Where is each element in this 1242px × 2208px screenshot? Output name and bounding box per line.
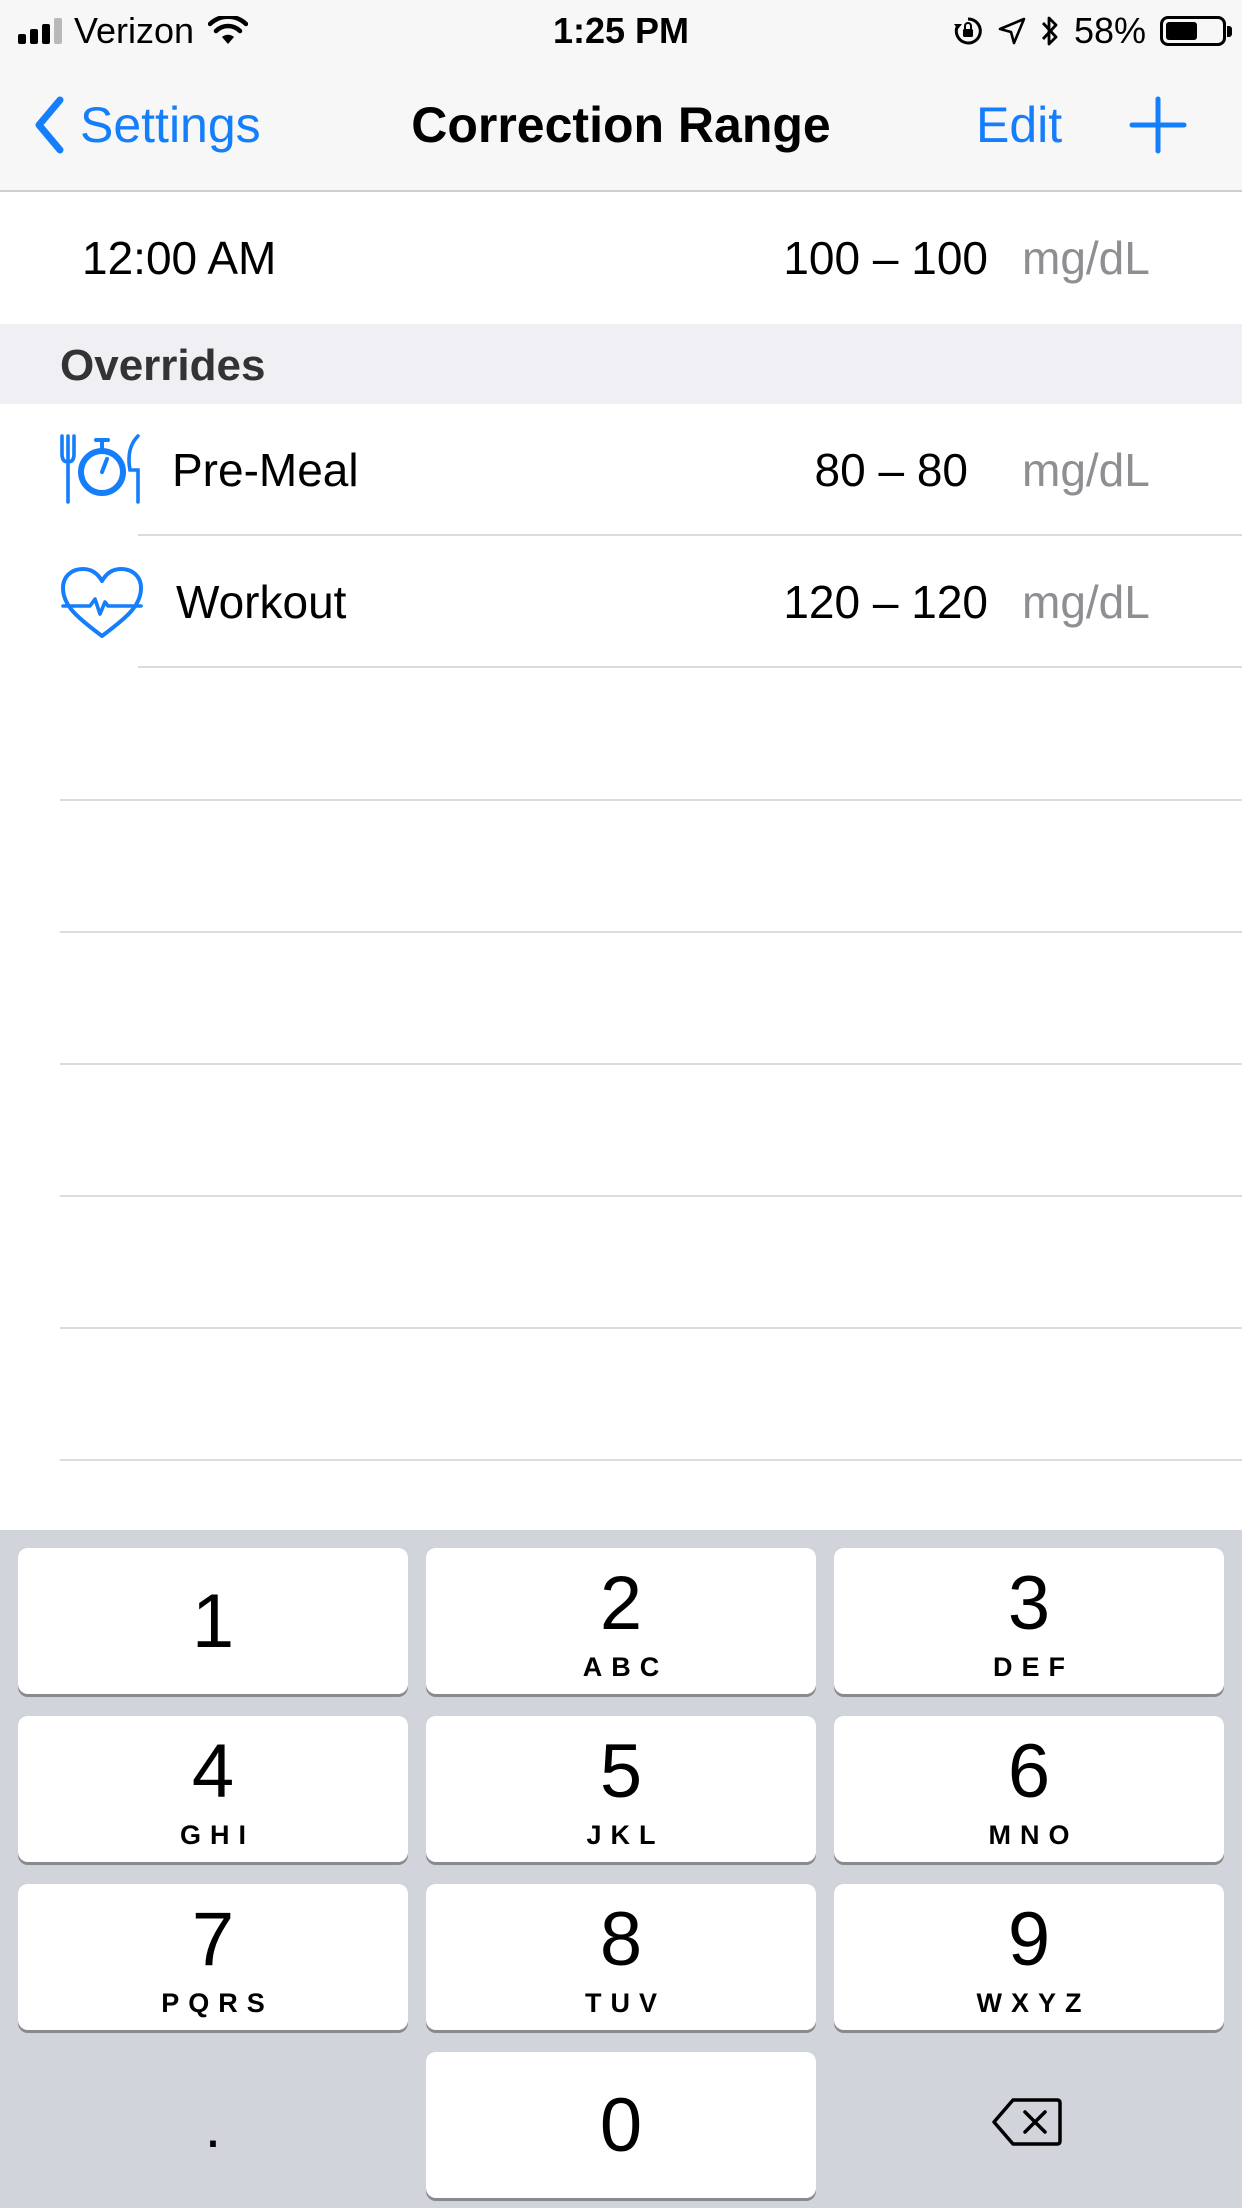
pre-meal-icon (60, 434, 140, 504)
override-unit: mg/dL (1022, 576, 1150, 628)
key-3[interactable]: 3 DEF (834, 1548, 1224, 1694)
key-5[interactable]: 5 JKL (426, 1716, 816, 1862)
empty-row-separator (60, 1459, 1242, 1461)
key-letters: WXYZ (976, 1988, 1091, 2018)
row-separator (138, 666, 1242, 668)
key-delete[interactable] (834, 2052, 1224, 2198)
key-letters: DEF (993, 1652, 1074, 1682)
override-range-value: 120 – 120 (783, 576, 988, 628)
key-digit: 6 (1007, 1729, 1051, 1814)
schedule-row[interactable]: 12:00 AM 100 – 100 mg/dL (0, 192, 1242, 324)
decimal-label: . (204, 2093, 222, 2160)
key-decimal[interactable]: . (18, 2052, 408, 2198)
key-digit: 1 (191, 1579, 235, 1664)
delete-backspace-icon (992, 2098, 1062, 2146)
schedule-start-time: 12:00 AM (82, 232, 277, 284)
key-digit: 3 (1007, 1561, 1051, 1646)
key-6[interactable]: 6 MNO (834, 1716, 1224, 1862)
numeric-keypad: 1 2 ABC 3 DEF 4 GHI 5 JKL 6 MNO 7 PQRS 8… (0, 1530, 1242, 2208)
location-icon (998, 17, 1026, 45)
key-7[interactable]: 7 PQRS (18, 1884, 408, 2030)
status-bar: Verizon 1:25 PM 58% (0, 0, 1242, 62)
empty-row-separator (60, 799, 1242, 801)
battery-fill (1166, 22, 1198, 40)
empty-row-separator (60, 931, 1242, 933)
key-4[interactable]: 4 GHI (18, 1716, 408, 1862)
key-letters: PQRS (161, 1988, 274, 2018)
override-row-workout[interactable]: Workout 120 – 120 mg/dL (0, 536, 1242, 668)
override-row-pre-meal[interactable]: Pre-Meal 80 – 80 mg/dL (0, 404, 1242, 536)
override-range-value: 80 – 80 (814, 444, 968, 496)
key-digit: 5 (599, 1729, 643, 1814)
key-digit: 7 (191, 1897, 235, 1982)
key-letters: TUV (585, 1988, 666, 2018)
bluetooth-icon (1041, 16, 1058, 46)
battery-icon (1160, 16, 1232, 46)
navigation-bar: Settings Correction Range Edit (0, 62, 1242, 192)
empty-row-separator (60, 1063, 1242, 1065)
override-label: Workout (176, 576, 347, 628)
key-2[interactable]: 2 ABC (426, 1548, 816, 1694)
key-digit: 8 (599, 1897, 643, 1982)
schedule-unit: mg/dL (1022, 232, 1150, 284)
key-letters: GHI (179, 1820, 255, 1850)
key-8[interactable]: 8 TUV (426, 1884, 816, 2030)
overrides-section-title: Overrides (60, 341, 266, 390)
status-right-group: 58% (952, 8, 1232, 54)
orientation-lock-icon (953, 17, 982, 45)
key-9[interactable]: 9 WXYZ (834, 1884, 1224, 2030)
key-digit: 9 (1007, 1897, 1051, 1982)
schedule-range-value: 100 – 100 (783, 232, 988, 284)
edit-button[interactable]: Edit (976, 92, 1062, 158)
override-label: Pre-Meal (172, 444, 359, 496)
key-0[interactable]: 0 (426, 2052, 816, 2198)
empty-row-separator (60, 1195, 1242, 1197)
overrides-section-header: Overrides (0, 324, 1242, 404)
workout-heart-icon (61, 567, 143, 638)
key-letters: JKL (586, 1820, 665, 1850)
key-digit: 2 (599, 1561, 643, 1646)
key-letters: ABC (582, 1652, 669, 1682)
key-digit: 0 (599, 2083, 643, 2168)
key-digit: 4 (191, 1729, 235, 1814)
key-1[interactable]: 1 (18, 1548, 408, 1694)
battery-percent: 58% (1073, 10, 1146, 51)
plus-icon[interactable] (1126, 93, 1190, 157)
override-unit: mg/dL (1022, 444, 1150, 496)
empty-row-separator (60, 1327, 1242, 1329)
key-letters: MNO (988, 1820, 1079, 1850)
